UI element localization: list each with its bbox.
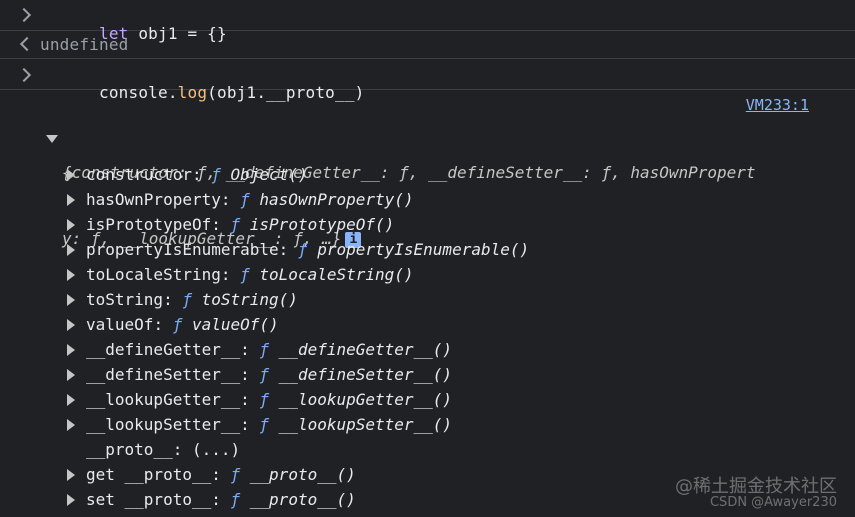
property-entry[interactable]: isPrototypeOf: ƒ isPrototypeOf(): [86, 212, 394, 237]
property-entry[interactable]: __lookupSetter__: ƒ __lookupSetter__(): [86, 412, 452, 437]
output-value: undefined: [40, 35, 129, 54]
function-mark: ƒ: [211, 165, 221, 184]
property-entry[interactable]: __defineSetter__: ƒ __defineSetter__(): [86, 362, 452, 387]
function-mark: ƒ: [259, 390, 270, 409]
console-output-row: undefined: [0, 31, 855, 59]
property-entry[interactable]: __defineGetter__: ƒ __defineGetter__(): [86, 337, 452, 362]
function-mark: ƒ: [240, 190, 250, 209]
expand-arrow-icon[interactable]: [67, 169, 75, 181]
expand-arrow-icon[interactable]: [67, 269, 75, 281]
property-colon: :: [191, 165, 212, 184]
property-colon: :: [211, 465, 231, 484]
property-value: isPrototypeOf(): [249, 215, 395, 234]
property-value: (...): [191, 440, 241, 459]
expand-arrow-icon[interactable]: [67, 294, 75, 306]
chevron-right-icon: [16, 7, 32, 23]
property-entry[interactable]: hasOwnProperty: ƒ hasOwnProperty(): [86, 187, 414, 212]
property-entry[interactable]: constructor: ƒ Object(): [86, 162, 308, 187]
property-entry[interactable]: valueOf: ƒ valueOf(): [86, 312, 279, 337]
property-name: hasOwnProperty: [86, 190, 221, 209]
watermark: @稀土掘金技术社区 CSDN @Awayer230: [675, 476, 837, 511]
expand-arrow-icon[interactable]: [67, 419, 75, 431]
property-value: toLocaleString(): [259, 265, 414, 284]
property-name: __proto__: [86, 440, 173, 459]
property-colon: :: [163, 290, 183, 309]
function-mark: ƒ: [259, 415, 270, 434]
property-colon: :: [240, 340, 260, 359]
property-colon: :: [153, 315, 173, 334]
function-mark: ƒ: [259, 365, 270, 384]
expand-arrow-icon[interactable]: [67, 244, 75, 256]
property-name: propertyIsEnumerable: [86, 240, 279, 259]
property-value: __proto__(): [249, 465, 356, 484]
expand-arrow-icon[interactable]: [67, 319, 75, 331]
property-name: constructor: [86, 165, 192, 184]
property-colon: :: [220, 265, 241, 284]
property-value: Object(): [230, 165, 308, 184]
chevron-left-icon: [19, 36, 35, 52]
expand-arrow-icon[interactable]: [67, 219, 75, 231]
expand-arrow-icon[interactable]: [67, 394, 75, 406]
console-object: console.: [99, 83, 178, 102]
property-entry[interactable]: toLocaleString: ƒ toLocaleString(): [86, 262, 414, 287]
watermark-line-1: @稀土掘金技术社区: [675, 476, 837, 497]
property-name: toString: [86, 290, 164, 309]
property-value: __lookupSetter__(): [278, 415, 453, 434]
expand-arrow-icon[interactable]: [67, 494, 75, 506]
property-value: toString(): [201, 290, 298, 309]
property-entry[interactable]: __lookupGetter__: ƒ __lookupGetter__(): [86, 387, 452, 412]
expand-arrow-icon[interactable]: [67, 194, 75, 206]
property-colon: :: [211, 215, 231, 234]
console-input-row-2[interactable]: console.log(obj1.__proto__): [0, 59, 855, 102]
function-mark: ƒ: [259, 340, 270, 359]
function-mark: ƒ: [172, 315, 183, 334]
property-colon: :: [172, 440, 192, 459]
expand-toggle-icon[interactable]: [46, 135, 58, 143]
input-code-2: console.log(obj1.__proto__): [40, 64, 365, 121]
chevron-right-icon: [16, 67, 32, 83]
property-name: __lookupGetter__: [86, 390, 241, 409]
property-name: __defineGetter__: [86, 340, 241, 359]
property-entry[interactable]: toString: ƒ toString(): [86, 287, 298, 312]
property-name: set __proto__: [86, 490, 212, 509]
function-mark: ƒ: [230, 465, 241, 484]
function-mark: ƒ: [230, 215, 241, 234]
property-value: __proto__(): [249, 490, 356, 509]
property-entry[interactable]: get __proto__: ƒ __proto__(): [86, 462, 356, 487]
devtools-console: let obj1 = {} undefined console.log(obj1…: [0, 0, 855, 517]
property-name: __lookupSetter__: [86, 415, 241, 434]
property-name: toLocaleString: [86, 265, 221, 284]
property-name: valueOf: [86, 315, 154, 334]
expand-arrow-icon[interactable]: [67, 369, 75, 381]
function-mark: ƒ: [240, 265, 250, 284]
property-value: valueOf(): [191, 315, 279, 334]
property-entry[interactable]: __proto__: (...): [86, 437, 240, 462]
function-mark: ƒ: [182, 290, 192, 309]
console-input-row[interactable]: let obj1 = {}: [0, 0, 855, 43]
property-name: get __proto__: [86, 465, 212, 484]
property-value: __lookupGetter__(): [278, 390, 453, 409]
expand-arrow-icon[interactable]: [67, 344, 75, 356]
function-mark: ƒ: [230, 490, 241, 509]
property-entry[interactable]: propertyIsEnumerable: ƒ propertyIsEnumer…: [86, 237, 529, 262]
property-colon: :: [240, 390, 260, 409]
function-mark: ƒ: [297, 240, 308, 259]
property-value: __defineGetter__(): [278, 340, 453, 359]
property-value: propertyIsEnumerable(): [317, 240, 530, 259]
property-colon: :: [220, 190, 241, 209]
property-colon: :: [211, 490, 231, 509]
log-args: (obj1.__proto__): [207, 83, 365, 102]
property-value: hasOwnProperty(): [259, 190, 414, 209]
watermark-line-2: CSDN @Awayer230: [709, 495, 837, 510]
source-link[interactable]: VM233:1: [746, 96, 809, 114]
expand-arrow-icon[interactable]: [67, 469, 75, 481]
property-colon: :: [278, 240, 298, 259]
property-name: __defineSetter__: [86, 365, 241, 384]
property-colon: :: [240, 365, 260, 384]
property-value: __defineSetter__(): [278, 365, 453, 384]
property-entry[interactable]: set __proto__: ƒ __proto__(): [86, 487, 356, 512]
log-method: log: [177, 83, 208, 102]
property-name: isPrototypeOf: [86, 215, 212, 234]
property-colon: :: [240, 415, 260, 434]
